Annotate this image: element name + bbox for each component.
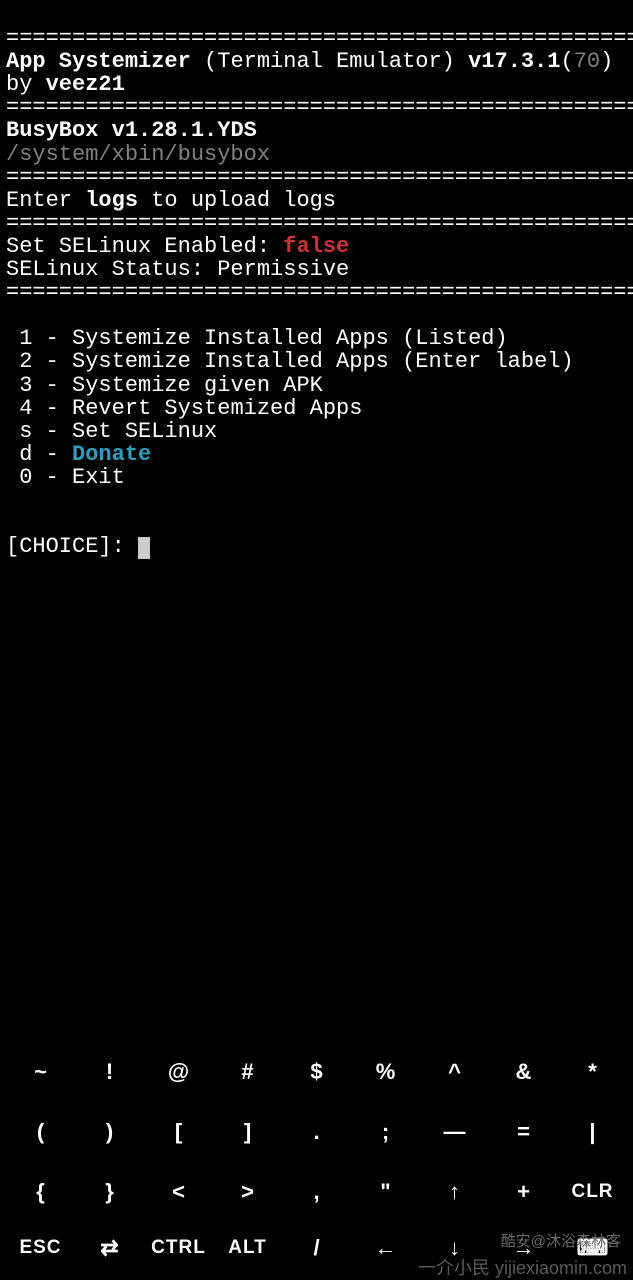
author-line: by veez21 bbox=[6, 72, 125, 97]
key-⇄[interactable]: ⇄ bbox=[75, 1236, 144, 1259]
keyboard-row-2: ()[].;—=| bbox=[6, 1102, 627, 1162]
menu-item-2[interactable]: 3 - Systemize given APK bbox=[6, 374, 627, 397]
key-"[interactable]: " bbox=[351, 1180, 420, 1203]
key-&[interactable]: & bbox=[489, 1060, 558, 1083]
key-.[interactable]: . bbox=[282, 1120, 351, 1143]
divider: ========================================… bbox=[6, 211, 633, 236]
key-@[interactable]: @ bbox=[144, 1060, 213, 1083]
keyboard-row-3: {}<>,"↑+CLR bbox=[6, 1162, 627, 1222]
divider: ========================================… bbox=[6, 165, 633, 190]
key-*[interactable]: * bbox=[558, 1060, 627, 1083]
choice-prompt[interactable]: [CHOICE]: bbox=[6, 534, 150, 559]
key-[[interactable]: [ bbox=[144, 1120, 213, 1143]
key-↓[interactable]: ↓ bbox=[420, 1236, 489, 1259]
menu-item-3[interactable]: 4 - Revert Systemized Apps bbox=[6, 397, 627, 420]
busybox-path: /system/xbin/busybox bbox=[6, 142, 270, 167]
key-←[interactable]: ← bbox=[351, 1236, 420, 1259]
key-+[interactable]: + bbox=[489, 1180, 558, 1203]
key-$[interactable]: $ bbox=[282, 1060, 351, 1083]
key-][interactable]: ] bbox=[213, 1120, 282, 1143]
key-=[interactable]: = bbox=[489, 1120, 558, 1143]
cursor bbox=[138, 537, 150, 559]
key-/[interactable]: / bbox=[282, 1236, 351, 1259]
menu-item-0[interactable]: 1 - Systemize Installed Apps (Listed) bbox=[6, 327, 627, 350]
menu-item-1[interactable]: 2 - Systemize Installed Apps (Enter labe… bbox=[6, 350, 627, 373]
key-ESC[interactable]: ESC bbox=[6, 1238, 75, 1258]
keyboard-row-4: ESC⇄CTRLALT/←↓→⌨ bbox=[6, 1222, 627, 1274]
key-CTRL[interactable]: CTRL bbox=[144, 1238, 213, 1258]
key-—[interactable]: — bbox=[420, 1120, 489, 1143]
app-title-line: App Systemizer (Terminal Emulator) v17.3… bbox=[6, 49, 613, 74]
key-<[interactable]: < bbox=[144, 1180, 213, 1203]
key-|[interactable]: | bbox=[558, 1120, 627, 1143]
key-,[interactable]: , bbox=[282, 1180, 351, 1203]
divider: ========================================… bbox=[6, 280, 633, 305]
key-([interactable]: ( bbox=[6, 1120, 75, 1143]
key-)[interactable]: ) bbox=[75, 1120, 144, 1143]
key-ALT[interactable]: ALT bbox=[213, 1238, 282, 1258]
menu-item-6[interactable]: 0 - Exit bbox=[6, 466, 627, 489]
key-CLR[interactable]: CLR bbox=[558, 1182, 627, 1202]
key-^[interactable]: ^ bbox=[420, 1060, 489, 1083]
divider: ========================================… bbox=[6, 95, 633, 120]
key-}[interactable]: } bbox=[75, 1180, 144, 1203]
busybox-line: BusyBox v1.28.1.YDS bbox=[6, 118, 257, 143]
key-%[interactable]: % bbox=[351, 1060, 420, 1083]
key-#[interactable]: # bbox=[213, 1060, 282, 1083]
terminal-output: ========================================… bbox=[0, 0, 633, 1034]
logs-hint: Enter logs to upload logs bbox=[6, 188, 336, 213]
divider: ========================================… bbox=[6, 26, 633, 51]
extra-keys-keyboard: ~!@#$%^&* ()[].;—=| {}<>,"↑+CLR ESC⇄CTRL… bbox=[0, 1034, 633, 1280]
key-![interactable]: ! bbox=[75, 1060, 144, 1083]
key-;[interactable]: ; bbox=[351, 1120, 420, 1143]
keyboard-row-1: ~!@#$%^&* bbox=[6, 1042, 627, 1102]
selinux-set-line: Set SELinux Enabled: false bbox=[6, 234, 349, 259]
key-⌨[interactable]: ⌨ bbox=[558, 1236, 627, 1259]
key->[interactable]: > bbox=[213, 1180, 282, 1203]
key-↑[interactable]: ↑ bbox=[420, 1180, 489, 1203]
key-{[interactable]: { bbox=[6, 1180, 75, 1203]
menu-item-5[interactable]: d - Donate bbox=[6, 443, 627, 466]
key-→[interactable]: → bbox=[489, 1236, 558, 1259]
selinux-status-line: SELinux Status: Permissive bbox=[6, 257, 349, 282]
menu-item-4[interactable]: s - Set SELinux bbox=[6, 420, 627, 443]
key-~[interactable]: ~ bbox=[6, 1060, 75, 1083]
menu-list: 1 - Systemize Installed Apps (Listed) 2 … bbox=[6, 327, 627, 489]
